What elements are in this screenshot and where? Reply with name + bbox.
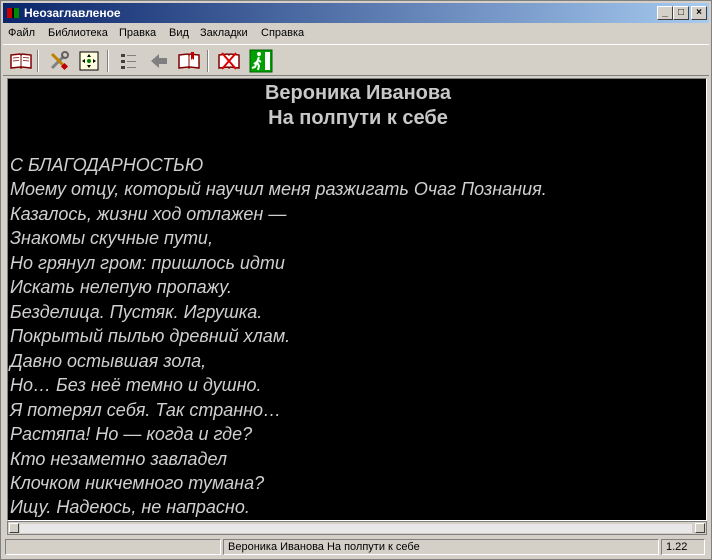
text-line: Искать нелепую пропажу.	[10, 277, 232, 297]
app-icon	[6, 6, 20, 20]
book-author: Вероника Иванова	[264, 82, 452, 104]
text-line: Казалось, жизни ход отлажен —	[10, 204, 287, 224]
window-title: Неозаглавленое	[24, 6, 121, 20]
text-line: Моему отцу, который научил меня разжигат…	[10, 179, 547, 199]
close-book-icon	[217, 49, 241, 73]
contents-button[interactable]	[117, 49, 141, 73]
menu-bar: Файл Библиотека Правка Вид Закладки Спра…	[3, 24, 709, 42]
menu-file[interactable]: Файл	[8, 27, 35, 40]
tools-icon	[47, 49, 71, 73]
close-book-button[interactable]	[217, 49, 241, 73]
text-line: Клочком никчемного тумана?	[10, 473, 265, 493]
bookmarks-button[interactable]	[177, 49, 201, 73]
reader-content[interactable]: Вероника Иванова На полпути к себе С БЛА…	[7, 78, 707, 521]
close-button[interactable]: ×	[691, 6, 707, 20]
exit-icon	[249, 49, 273, 73]
menu-help[interactable]: Справка	[261, 27, 304, 40]
text-line: Покрытый пылью древний хлам.	[10, 326, 291, 346]
toolbar-separator	[107, 50, 109, 72]
back-button[interactable]	[147, 49, 171, 73]
open-book-icon	[9, 49, 33, 73]
title-bar[interactable]: Неозаглавленое _ □ ×	[3, 3, 709, 23]
status-pane-left	[5, 539, 221, 555]
text-line: Кто незаметно завладел	[10, 449, 228, 469]
menu-edit[interactable]: Правка	[119, 27, 156, 40]
minimize-button[interactable]: _	[657, 6, 673, 20]
menu-library[interactable]: Библиотека	[48, 27, 108, 40]
menu-view[interactable]: Вид	[169, 27, 189, 40]
list-icon	[117, 49, 141, 73]
text-line: Давно остывшая зола,	[10, 351, 207, 371]
toolbar	[3, 44, 709, 76]
menu-bookmarks[interactable]: Закладки	[200, 27, 248, 40]
exit-button[interactable]	[249, 49, 273, 73]
status-book-title: Вероника Иванова На полпути к себе	[223, 539, 659, 555]
close-icon: ×	[696, 7, 702, 18]
maximize-button[interactable]: □	[673, 6, 689, 20]
status-bar: Вероника Иванова На полпути к себе 1.22	[3, 537, 709, 557]
toolbar-separator	[207, 50, 209, 72]
book-title: На полпути к себе	[268, 107, 448, 129]
text-line: Безделица. Пустяк. Игрушка.	[10, 302, 263, 322]
horizontal-scrollbar[interactable]	[7, 521, 707, 535]
settings-button[interactable]	[47, 49, 71, 73]
scroll-track[interactable]	[20, 524, 692, 533]
text-line: Но грянул гром: пришлось идти	[10, 253, 285, 273]
focus-icon	[77, 49, 101, 73]
maximize-icon: □	[677, 7, 685, 18]
text-line: Ищу. Надеюсь, не напрасно.	[10, 497, 250, 517]
text-line: Но… Без неё темно и душно.	[10, 375, 262, 395]
back-arrow-icon	[147, 49, 171, 73]
fullscreen-button[interactable]	[77, 49, 101, 73]
text-line: Растяпа! Но — когда и где?	[10, 424, 253, 444]
open-book-button[interactable]	[9, 49, 33, 73]
status-version: 1.22	[661, 539, 705, 555]
text-line: С БЛАГОДАРНОСТЬЮ	[10, 155, 204, 175]
bookmark-book-icon	[177, 49, 201, 73]
text-line: Я потерял себя. Так странно…	[10, 400, 282, 420]
text-line: Знакомы скучные пути,	[10, 228, 213, 248]
app-window: Неозаглавленое _ □ × Файл Библиотека Пра…	[0, 0, 712, 560]
minimize-icon: _	[662, 7, 668, 18]
toolbar-separator	[37, 50, 39, 72]
scroll-right-button[interactable]	[695, 523, 705, 533]
scroll-left-button[interactable]	[9, 523, 19, 533]
